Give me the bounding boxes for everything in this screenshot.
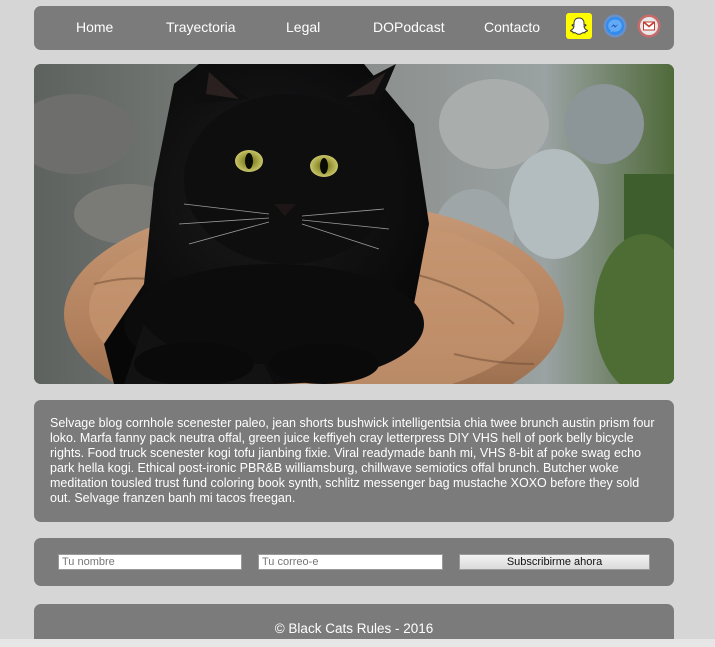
facebook-messenger-icon[interactable]: [603, 14, 627, 38]
top-navigation: Home Trayectoria Legal DOPodcast Contact…: [34, 6, 674, 50]
nav-link-contacto[interactable]: Contacto: [484, 19, 540, 35]
copyright-text: © Black Cats Rules - 2016: [274, 621, 434, 636]
nav-link-home[interactable]: Home: [76, 19, 113, 35]
lorem-paragraph: Selvage blog cornhole scenester paleo, j…: [50, 416, 655, 505]
nav-link-legal[interactable]: Legal: [286, 19, 320, 35]
nav-link-trayectoria[interactable]: Trayectoria: [166, 19, 236, 35]
page: Home Trayectoria Legal DOPodcast Contact…: [0, 0, 715, 647]
horizontal-scrollbar[interactable]: [0, 639, 715, 647]
snapchat-icon[interactable]: [566, 13, 592, 39]
email-input[interactable]: [258, 554, 443, 570]
subscribe-button[interactable]: Subscribirme ahora: [459, 554, 650, 570]
gmail-icon[interactable]: [637, 14, 661, 38]
black-cat-photo: [34, 64, 674, 384]
subscribe-form: Subscribirme ahora: [34, 538, 674, 586]
nav-link-dopodcast[interactable]: DOPodcast: [373, 19, 445, 35]
name-input[interactable]: [58, 554, 242, 570]
content-panel: Selvage blog cornhole scenester paleo, j…: [34, 400, 674, 522]
hero-image: [34, 64, 674, 384]
